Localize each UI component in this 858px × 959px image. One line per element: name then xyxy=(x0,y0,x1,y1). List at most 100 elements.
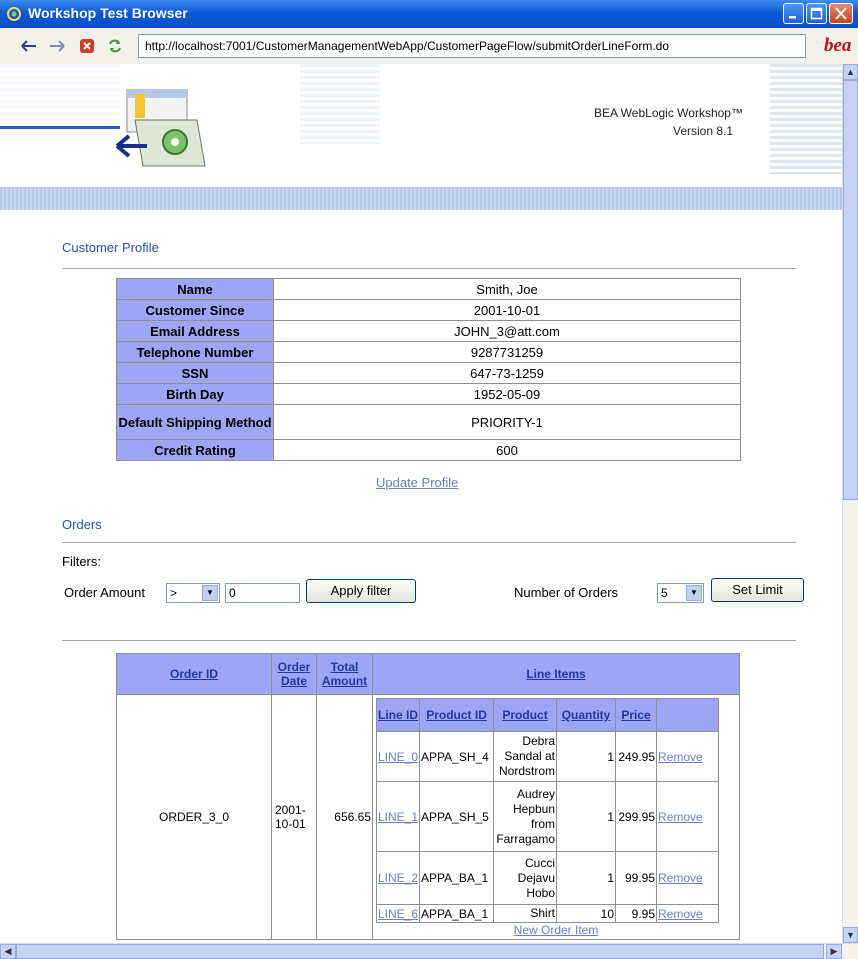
address-toolbar: http://localhost:7001/CustomerManagement… xyxy=(0,28,858,65)
line-id-link[interactable]: LINE_1 xyxy=(378,810,418,824)
product-cell: Audrey Hepbun from Farragamo xyxy=(493,781,558,852)
line-id-link[interactable]: LINE_0 xyxy=(378,750,418,764)
price-header[interactable]: Price xyxy=(615,698,658,732)
apply-filter-button[interactable]: Apply filter xyxy=(306,579,416,603)
scroll-thumb[interactable] xyxy=(16,944,824,959)
order-date-header[interactable]: Order Date xyxy=(271,653,317,695)
update-profile-link[interactable]: Update Profile xyxy=(376,475,458,490)
action-header xyxy=(656,698,719,732)
price-cell: 299.95 xyxy=(615,781,658,852)
customer-profile-table: Name Smith, Joe Customer Since 2001-10-01 … xyxy=(116,278,741,461)
banner-stripes xyxy=(0,64,120,124)
table-row: LINE_0 APPA_SH_4 Debra Sandal at Nordstr… xyxy=(375,731,719,782)
remove-link[interactable]: Remove xyxy=(658,810,703,824)
refresh-icon[interactable] xyxy=(106,38,124,54)
order-id-header[interactable]: Order ID xyxy=(116,653,272,695)
profile-value: Smith, Joe xyxy=(273,278,741,300)
profile-value: 2001-10-01 xyxy=(273,299,741,321)
address-bar[interactable]: http://localhost:7001/CustomerManagement… xyxy=(138,34,806,58)
forward-arrow-icon[interactable] xyxy=(48,38,66,54)
product-id-cell: APPA_SH_5 xyxy=(419,781,495,852)
remove-link[interactable]: Remove xyxy=(658,871,703,885)
orders-heading: Orders xyxy=(62,517,102,532)
number-of-orders-value: 5 xyxy=(661,586,668,600)
back-arrow-icon[interactable] xyxy=(20,38,38,54)
product-cell: Debra Sandal at Nordstrom xyxy=(493,731,558,782)
maximize-icon xyxy=(810,7,823,20)
bea-logo: bea xyxy=(818,35,858,59)
scroll-right-icon[interactable]: ▶ xyxy=(826,944,842,959)
table-row: Default Shipping Method PRIORITY-1 xyxy=(116,404,741,440)
number-of-orders-select[interactable]: 5 ▼ xyxy=(657,583,704,603)
remove-link[interactable]: Remove xyxy=(658,750,703,764)
workshop-logo-icon xyxy=(115,89,206,167)
profile-label: Customer Since xyxy=(116,299,274,321)
line-items-cell: Line ID Product ID Product Quantity Pric… xyxy=(372,694,740,940)
table-row: Telephone Number 9287731259 xyxy=(116,341,741,363)
price-cell: 99.95 xyxy=(615,851,658,905)
profile-value: PRIORITY-1 xyxy=(273,404,741,440)
profile-value: 9287731259 xyxy=(273,341,741,363)
banner-bar xyxy=(0,187,842,210)
product-id-header[interactable]: Product ID xyxy=(419,698,495,732)
line-items-header[interactable]: Line Items xyxy=(372,653,740,695)
app-icon xyxy=(7,7,21,21)
chevron-down-icon: ▼ xyxy=(202,585,218,601)
set-limit-button[interactable]: Set Limit xyxy=(711,578,804,602)
minimize-icon xyxy=(789,16,796,19)
quantity-cell: 1 xyxy=(556,731,617,782)
order-id-cell: ORDER_3_0 xyxy=(116,694,272,940)
quantity-cell: 1 xyxy=(556,851,617,905)
profile-value: 600 xyxy=(273,439,741,461)
total-amount-header[interactable]: Total Amount xyxy=(316,653,373,695)
workshop-banner: BEA WebLogic Workshop™ Version 8.1 xyxy=(0,64,842,187)
profile-value: 1952-05-09 xyxy=(273,383,741,405)
line-id-link[interactable]: LINE_6 xyxy=(378,907,418,921)
vertical-scrollbar[interactable]: ▲ ▼ xyxy=(842,64,858,943)
horizontal-scrollbar[interactable]: ◀ ▶ xyxy=(0,943,858,959)
product-id-cell: APPA_SH_4 xyxy=(419,731,495,782)
order-amount-input[interactable]: 0 xyxy=(225,583,300,603)
product-header[interactable]: Product xyxy=(493,698,558,732)
scroll-up-icon[interactable]: ▲ xyxy=(843,64,858,80)
table-row: Email Address JOHN_3@att.com xyxy=(116,320,741,342)
price-cell: 9.95 xyxy=(615,904,658,923)
table-header-row: Line ID Product ID Product Quantity Pric… xyxy=(375,698,719,732)
remove-link[interactable]: Remove xyxy=(658,907,703,921)
page-viewport: BEA WebLogic Workshop™ Version 8.1 Custo… xyxy=(0,64,842,943)
product-cell: Shirt xyxy=(493,904,558,923)
close-button[interactable] xyxy=(829,3,853,24)
operator-select[interactable]: > ▼ xyxy=(166,583,220,603)
banner-line xyxy=(0,126,120,129)
chevron-down-icon: ▼ xyxy=(686,585,702,601)
table-row: SSN 647-73-1259 xyxy=(116,362,741,384)
line-id-header[interactable]: Line ID xyxy=(375,698,421,732)
order-amount-label: Order Amount xyxy=(64,585,145,600)
minimize-button[interactable] xyxy=(783,3,804,24)
scroll-down-icon[interactable]: ▼ xyxy=(843,927,858,943)
banner-stripes xyxy=(300,64,380,144)
window-title: Workshop Test Browser xyxy=(28,5,188,21)
stop-icon[interactable] xyxy=(78,38,96,54)
table-header-row: Order ID Order Date Total Amount Line It… xyxy=(116,653,740,695)
profile-label: Credit Rating xyxy=(116,439,274,461)
product-name: BEA WebLogic Workshop™ xyxy=(594,106,743,120)
scroll-left-icon[interactable]: ◀ xyxy=(0,944,16,959)
profile-label: Default Shipping Method xyxy=(116,404,274,440)
table-row: Birth Day 1952-05-09 xyxy=(116,383,741,405)
profile-value: 647-73-1259 xyxy=(273,362,741,384)
orders-table: Order ID Order Date Total Amount Line It… xyxy=(116,653,740,940)
table-row: LINE_1 APPA_SH_5 Audrey Hepbun from Farr… xyxy=(375,781,719,852)
line-items-table: Line ID Product ID Product Quantity Pric… xyxy=(375,698,719,923)
scroll-thumb[interactable] xyxy=(843,80,858,500)
maximize-button[interactable] xyxy=(806,3,827,24)
product-id-cell: APPA_BA_1 xyxy=(419,851,495,905)
new-order-item-link[interactable]: New Order Item xyxy=(514,923,599,937)
window-titlebar: Workshop Test Browser xyxy=(0,0,858,28)
quantity-header[interactable]: Quantity xyxy=(556,698,617,732)
quantity-cell: 1 xyxy=(556,781,617,852)
table-row: ORDER_3_0 2001-10-01 656.65 Line ID Prod… xyxy=(116,694,740,940)
line-id-link[interactable]: LINE_2 xyxy=(378,871,418,885)
quantity-cell: 10 xyxy=(556,904,617,923)
table-row: Customer Since 2001-10-01 xyxy=(116,299,741,321)
